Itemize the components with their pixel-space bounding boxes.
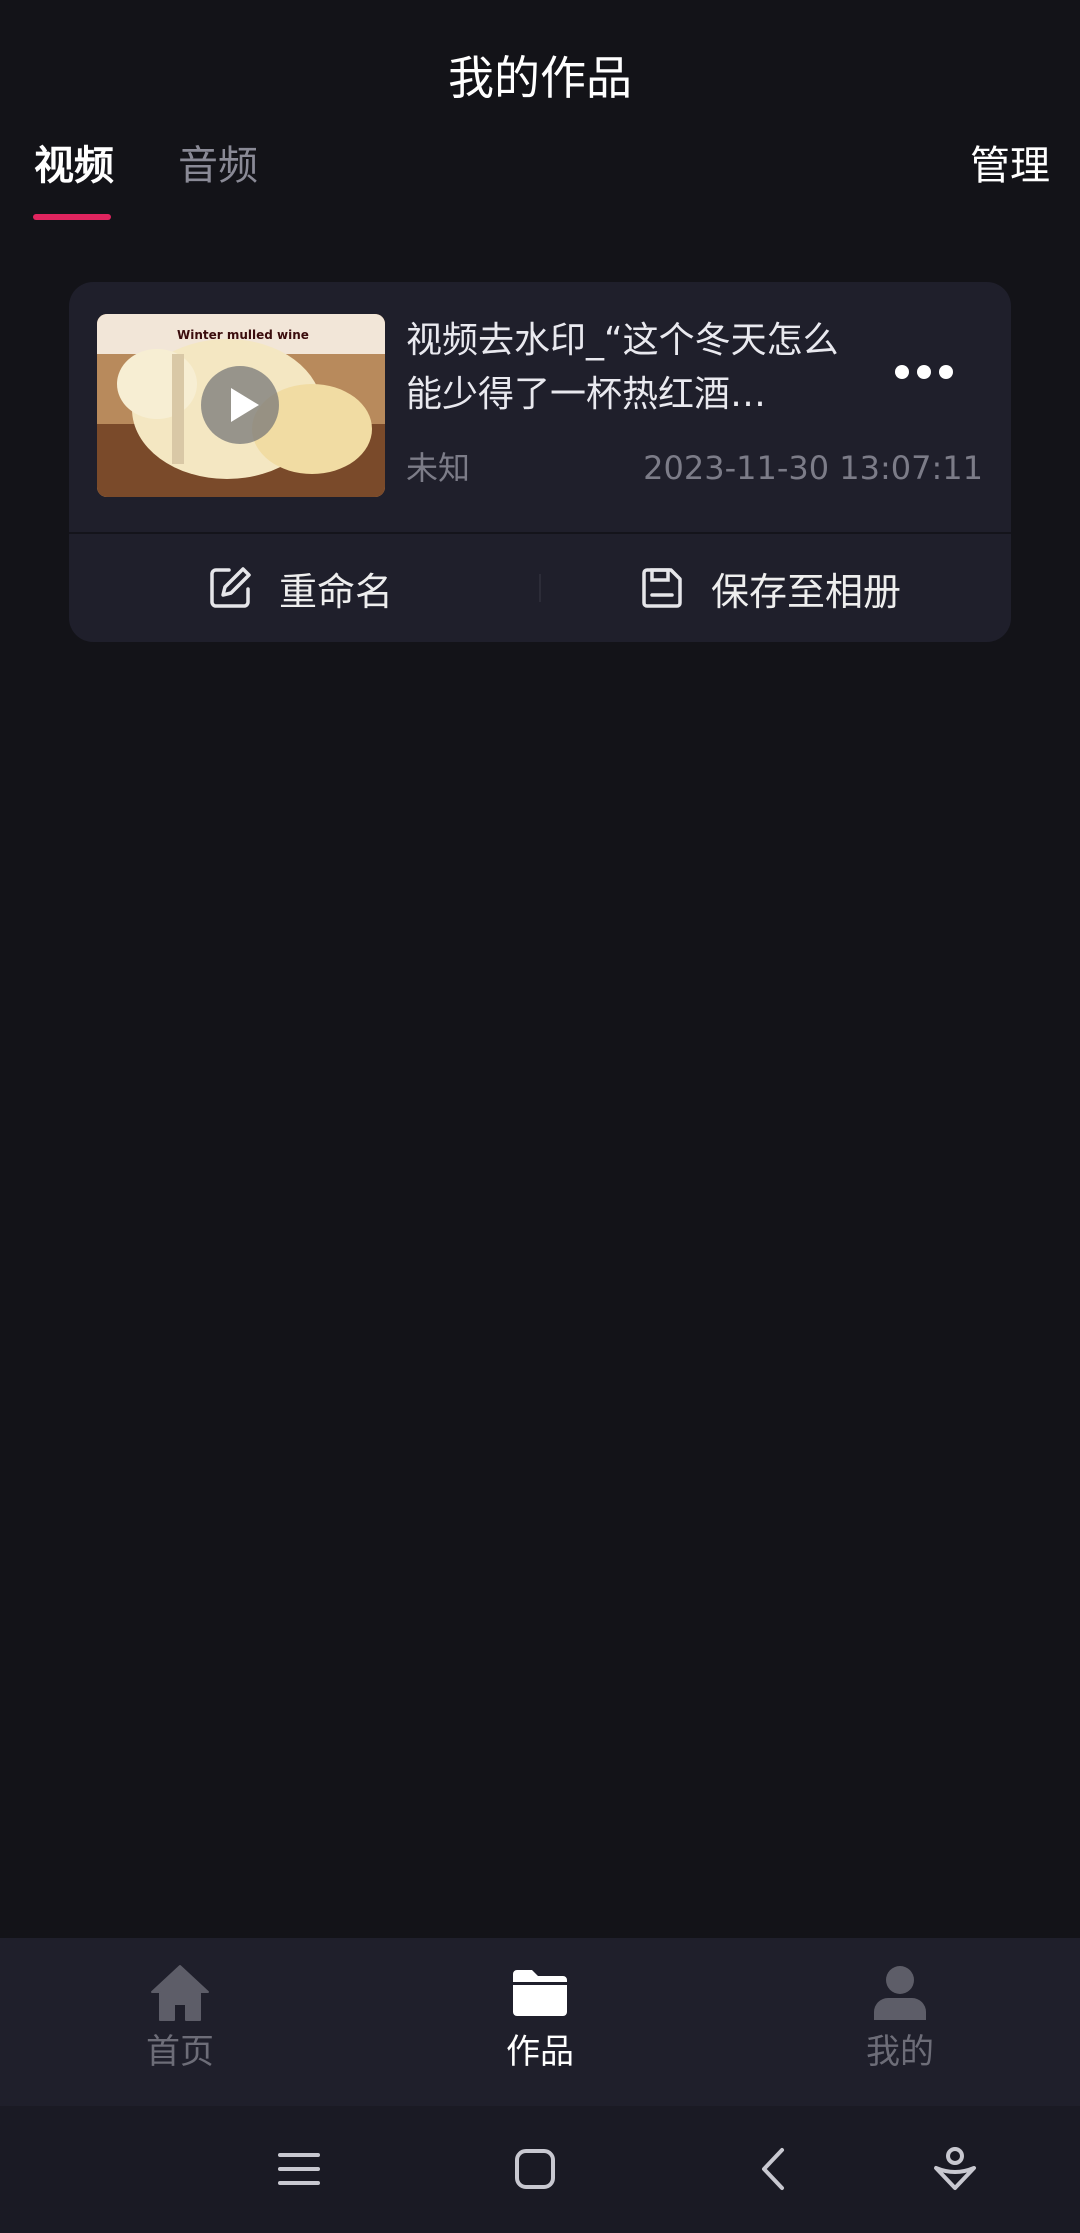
bottom-navigation: 首页 作品 我的 — [0, 1938, 1080, 2106]
play-icon[interactable] — [201, 366, 279, 444]
edit-icon — [210, 567, 251, 608]
rename-label: 重命名 — [279, 569, 394, 614]
video-thumbnail[interactable]: Winter mulled wine — [97, 314, 385, 497]
video-date: 2023-11-30 13:07:11 — [643, 449, 983, 487]
rename-button[interactable]: 重命名 — [207, 534, 393, 642]
save-label: 保存至相册 — [711, 569, 902, 614]
nav-item-works[interactable]: 作品 — [440, 1964, 640, 2074]
person-icon — [874, 1966, 926, 2020]
home-icon — [151, 1965, 209, 2021]
menu-icon[interactable] — [276, 2146, 322, 2192]
assistant-icon[interactable] — [932, 2146, 978, 2192]
nav-label-works: 作品 — [506, 2032, 574, 2072]
save-icon — [642, 568, 682, 608]
video-title: 视频去水印_“这个冬天怎么能少得了一杯热红酒… — [406, 320, 839, 415]
system-navigation-bar — [0, 2106, 1080, 2233]
folder-icon — [513, 1970, 567, 2016]
nav-item-home[interactable]: 首页 — [80, 1964, 280, 2074]
back-icon[interactable] — [752, 2146, 798, 2192]
more-options-icon[interactable] — [895, 356, 967, 384]
video-size: 未知 — [406, 449, 471, 487]
tab-video[interactable]: 视频 — [34, 138, 114, 194]
tab-audio[interactable]: 音频 — [178, 138, 258, 194]
nav-label-mine: 我的 — [866, 2032, 934, 2072]
nav-item-mine[interactable]: 我的 — [800, 1964, 1000, 2074]
action-separator — [539, 574, 541, 602]
manage-button[interactable]: 管理 — [970, 138, 1050, 194]
tab-active-indicator — [33, 214, 111, 220]
page-title: 我的作品 — [448, 51, 632, 105]
save-to-album-button[interactable]: 保存至相册 — [639, 534, 901, 642]
home-square-icon[interactable] — [512, 2146, 558, 2192]
thumbnail-caption: Winter mulled wine — [177, 328, 309, 342]
work-card: Winter mulled wine 视频去水印_“这个冬天怎么能少得了一杯热红… — [69, 282, 1011, 642]
nav-label-home: 首页 — [146, 2032, 214, 2072]
app-screen: 我的作品 视频 音频 管理 Winter mulled wine 视频去水印_“… — [0, 0, 1080, 2233]
